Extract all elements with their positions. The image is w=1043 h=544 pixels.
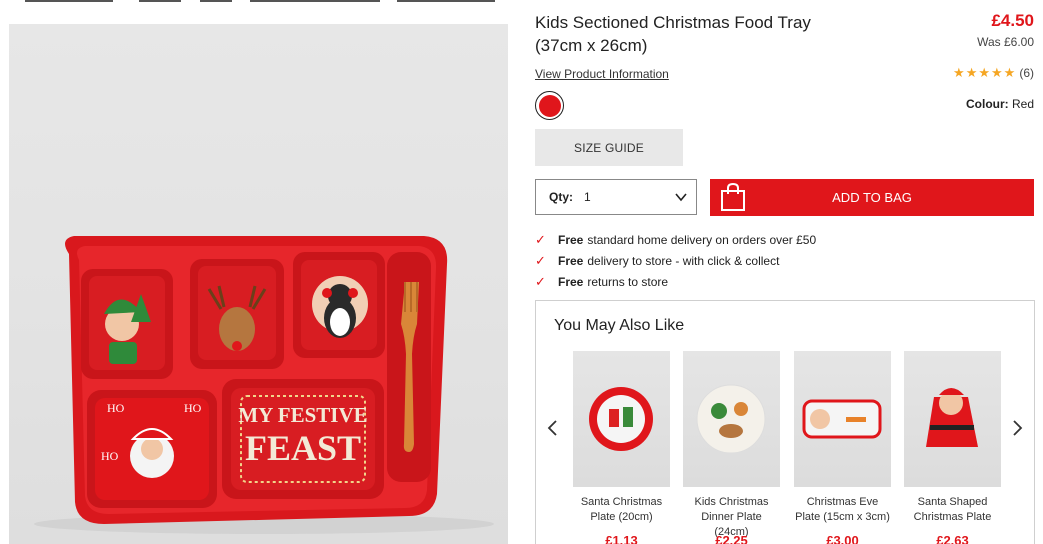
size-guide-button[interactable]: SIZE GUIDE (535, 129, 683, 166)
delivery-free: Free (558, 253, 584, 268)
product-title: Kids Sectioned Christmas Food Tray (37cm… (535, 11, 875, 57)
recommendation-name: Kids Christmas Dinner Plate (24cm) (683, 495, 780, 538)
product-price: £4.50 (991, 11, 1034, 30)
plate-illustration (926, 388, 978, 447)
rating-count: (6) (1019, 66, 1034, 80)
recommendation-name-line1: Kids Christmas (694, 496, 769, 508)
delivery-free: Free (558, 274, 584, 289)
delivery-row: ✓ Free delivery to store - with click & … (535, 250, 816, 271)
tick-icon: ✓ (535, 273, 546, 289)
colour-label-key: Colour: (965, 97, 1009, 111)
qty-value: 1 (584, 190, 591, 204)
delivery-row: ✓ Free returns to store (535, 271, 816, 292)
ho-text: HO (107, 401, 125, 415)
delivery-text: standard home delivery on orders over £5… (587, 232, 817, 247)
swatch-fill (538, 94, 561, 117)
nav-stub (397, 0, 495, 2)
recommendation-price: £3.00 (826, 533, 859, 544)
was-price: Was £6.00 (977, 35, 1034, 49)
ho-text: HO (184, 401, 202, 415)
recommendation-name: Christmas Eve Plate (15cm x 3cm) (794, 495, 891, 525)
recommendation-name-line1: Christmas Eve (806, 496, 879, 508)
recommendation-name-line1: Santa Shaped (917, 496, 988, 508)
delivery-text: delivery to store - with click & collect (587, 253, 780, 268)
nav-stub (200, 0, 232, 2)
recommendation-name-line1: Santa Christmas (580, 496, 663, 508)
star-icon: ★ (991, 65, 1003, 80)
recommendation-name-line2: Plate (15cm x 3cm) (795, 511, 890, 523)
chevron-left-icon[interactable] (546, 419, 560, 437)
delivery-text: returns to store (587, 274, 669, 289)
plate-illustration (589, 387, 653, 451)
you-may-also-like: You May Also Like Santa Christmas Plate … (535, 300, 1035, 544)
nav-stub (250, 0, 380, 2)
plate-illustration (802, 399, 882, 439)
recommendation-name-line2: Plate (20cm) (590, 511, 653, 523)
recommendation-name: Santa Christmas Plate (20cm) (573, 495, 670, 525)
star-icon: ★ (953, 65, 965, 80)
tick-icon: ✓ (535, 252, 546, 268)
recommendation-price: £1.13 (605, 533, 638, 544)
plate-illustration (696, 384, 766, 454)
add-to-bag-label: ADD TO BAG (832, 190, 912, 205)
chevron-down-icon (675, 193, 687, 202)
delivery-info: ✓ Free standard home delivery on orders … (535, 229, 816, 292)
product-title-line1: Kids Sectioned Christmas Food Tray (535, 13, 811, 32)
recommendation-name: Santa Shaped Christmas Plate (904, 495, 1001, 525)
nav-stub (25, 0, 113, 2)
star-icon: ★ (1003, 65, 1016, 80)
recommendation-item[interactable]: Christmas Eve Plate (15cm x 3cm) £3.00 (794, 351, 891, 544)
tray-text-line2: FEAST (245, 428, 361, 468)
recommendation-item[interactable]: Santa Shaped Christmas Plate £2.63 (904, 351, 1001, 544)
star-icon: ★ (965, 65, 978, 80)
nav-stub (139, 0, 181, 2)
product-title-line2: (37cm x 26cm) (535, 36, 648, 55)
recommendation-image (904, 351, 1001, 487)
colour-swatch-red[interactable] (535, 91, 564, 120)
product-image[interactable]: HO HO HO MY FESTIVE FEAST (9, 24, 508, 544)
recommendation-image (794, 351, 891, 487)
tray-text-line1: MY FESTIVE (238, 403, 367, 427)
delivery-free: Free (558, 232, 584, 247)
chevron-right-icon[interactable] (1010, 419, 1024, 437)
view-product-information-link[interactable]: View Product Information (535, 67, 669, 81)
bag-icon (721, 182, 745, 211)
colour-value: Red (1011, 97, 1034, 111)
add-to-bag-button[interactable]: ADD TO BAG (710, 179, 1034, 216)
colour-label: Colour: Red (966, 97, 1034, 111)
ho-text: HO (101, 449, 119, 463)
quantity-select[interactable]: Qty: 1 (535, 179, 697, 215)
recommendation-item[interactable]: Kids Christmas Dinner Plate (24cm) £2.25 (683, 351, 780, 544)
star-icon: ★ (978, 65, 991, 80)
recommendation-image (573, 351, 670, 487)
qty-label: Qty: (549, 190, 573, 204)
tick-icon: ✓ (535, 231, 546, 247)
recommendation-price: £2.63 (936, 533, 969, 544)
delivery-row: ✓ Free standard home delivery on orders … (535, 229, 816, 250)
recommendation-price: £2.25 (715, 533, 748, 544)
recommendation-name-line2: Christmas Plate (913, 511, 992, 523)
food-tray-illustration: HO HO HO MY FESTIVE FEAST (34, 236, 494, 534)
recommendation-image (683, 351, 780, 487)
ymal-title: You May Also Like (554, 317, 685, 334)
recommendation-item[interactable]: Santa Christmas Plate (20cm) £1.13 (573, 351, 670, 544)
rating[interactable]: ★ ★ ★ ★ ★ (6) (953, 65, 1034, 81)
